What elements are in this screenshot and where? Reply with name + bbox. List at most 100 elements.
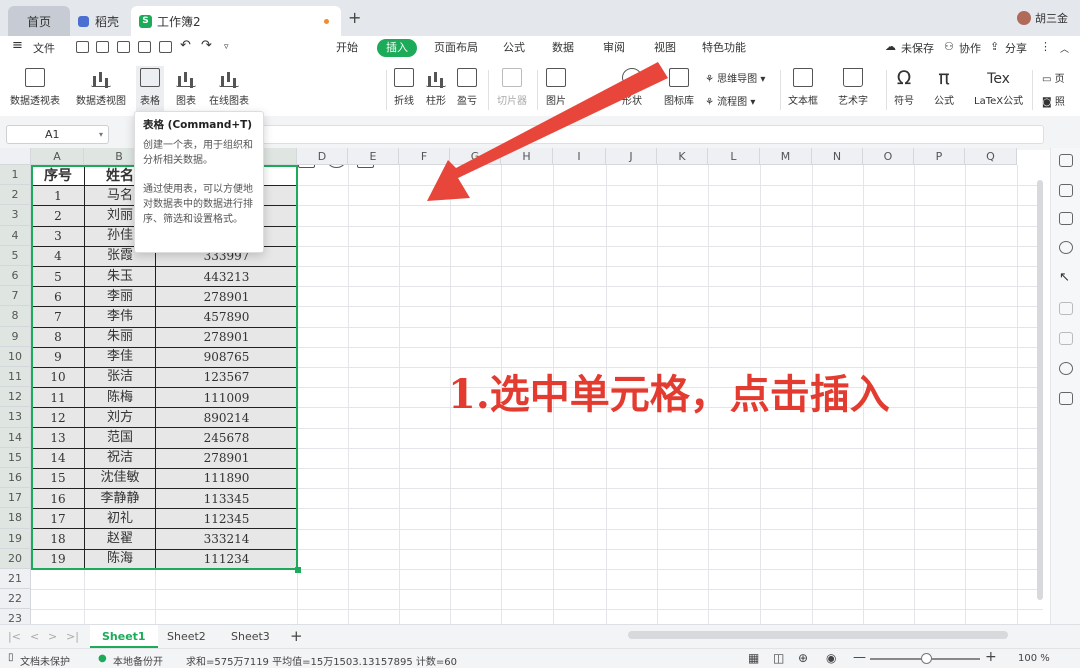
hamburger-menu-icon[interactable]: ≡: [12, 38, 23, 53]
unsaved-status[interactable]: 未保存: [901, 40, 934, 56]
tab-page-layout[interactable]: 页面布局: [425, 39, 487, 57]
tab-special-features[interactable]: 特色功能: [693, 39, 755, 57]
row-header-18[interactable]: 18: [0, 508, 31, 529]
cell-b16[interactable]: 沈佳敏: [84, 467, 156, 490]
camera-button[interactable]: ◙ 照: [1042, 93, 1065, 108]
cell-b19[interactable]: 赵翟: [84, 528, 156, 550]
cell-c12[interactable]: 111009: [155, 387, 298, 409]
prev-sheet-icon[interactable]: <: [30, 630, 39, 643]
formula-input[interactable]: [262, 125, 1044, 144]
pivot-table-button[interactable]: 数据透视表: [10, 68, 60, 107]
cell-a2[interactable]: 1: [31, 185, 85, 207]
cell-b9[interactable]: 朱丽: [84, 326, 156, 348]
cell-a18[interactable]: 17: [31, 508, 85, 530]
mindmap-button[interactable]: ⚘ 思维导图 ▾: [705, 70, 765, 85]
protection-status[interactable]: 文档未保护: [20, 653, 70, 668]
fill-handle[interactable]: [295, 567, 301, 573]
cell-a13[interactable]: 12: [31, 407, 85, 429]
app-panel-icon[interactable]: [1059, 241, 1073, 254]
header-footer-button[interactable]: ▭ 页: [1042, 70, 1065, 85]
sparkline-winloss-button[interactable]: 盈亏: [457, 68, 477, 107]
cell-c19[interactable]: 333214: [155, 528, 298, 550]
cell-b11[interactable]: 张洁: [84, 366, 156, 389]
cell-c17[interactable]: 113345: [155, 487, 298, 510]
column-header-p[interactable]: P: [914, 148, 965, 165]
cell-b7[interactable]: 李丽: [84, 286, 156, 308]
cell-a8[interactable]: 7: [31, 306, 85, 328]
vertical-scrollbar[interactable]: [1037, 180, 1043, 600]
customize-toolbar-icon[interactable]: ▿: [224, 42, 229, 52]
undo-icon[interactable]: ↶: [180, 38, 191, 53]
column-header-i[interactable]: I: [553, 148, 606, 165]
row-header-20[interactable]: 20: [0, 548, 31, 569]
cell-b20[interactable]: 陈海: [84, 548, 156, 570]
cell-a7[interactable]: 6: [31, 286, 85, 308]
column-header-h[interactable]: H: [501, 148, 553, 165]
add-sheet-button[interactable]: +: [278, 625, 315, 648]
row-header-17[interactable]: 17: [0, 488, 31, 509]
cell-c10[interactable]: 908765: [155, 346, 298, 368]
properties-panel-icon[interactable]: [1059, 184, 1073, 197]
tab-start[interactable]: 开始: [327, 39, 367, 57]
save-icon[interactable]: [96, 41, 109, 53]
crop-panel-icon[interactable]: [1059, 332, 1073, 345]
shapes-panel-icon[interactable]: [1059, 154, 1073, 167]
name-box[interactable]: A1 ▾: [6, 125, 109, 144]
cell-a12[interactable]: 11: [31, 387, 85, 409]
tab-formulas[interactable]: 公式: [494, 39, 534, 57]
cell-c11[interactable]: 123567: [155, 366, 298, 389]
cell-a3[interactable]: 2: [31, 205, 85, 227]
wordart-button[interactable]: 艺术字: [838, 68, 868, 107]
sheet-tab-sheet2[interactable]: Sheet2: [155, 625, 218, 648]
tab-home[interactable]: 首页: [8, 6, 70, 36]
row-header-16[interactable]: 16: [0, 468, 31, 489]
tab-view[interactable]: 视图: [645, 39, 685, 57]
cell-c7[interactable]: 278901: [155, 286, 298, 308]
column-header-j[interactable]: J: [606, 148, 657, 165]
cell-c15[interactable]: 278901: [155, 447, 298, 469]
cell-a9[interactable]: 8: [31, 326, 85, 348]
row-header-10[interactable]: 10: [0, 346, 31, 367]
eye-protection-icon[interactable]: ◉: [826, 651, 836, 665]
cursor-select-icon[interactable]: ↖: [1059, 271, 1073, 285]
file-menu[interactable]: 文件: [33, 40, 55, 56]
page-break-view-icon[interactable]: ⊕: [798, 651, 808, 665]
document-panel-icon[interactable]: [1059, 212, 1073, 225]
cell-c16[interactable]: 111890: [155, 467, 298, 490]
zoom-level[interactable]: 100 %: [1018, 653, 1050, 664]
column-header-a[interactable]: A: [31, 148, 84, 165]
horizontal-scrollbar[interactable]: [628, 631, 1008, 639]
tab-data[interactable]: 数据: [543, 39, 583, 57]
cell-a20[interactable]: 19: [31, 548, 85, 570]
column-header-f[interactable]: F: [399, 148, 450, 165]
row-header-19[interactable]: 19: [0, 528, 31, 549]
column-header-m[interactable]: M: [760, 148, 812, 165]
row-header-12[interactable]: 12: [0, 387, 31, 408]
row-header-11[interactable]: 11: [0, 367, 31, 388]
equation-button[interactable]: π 公式: [934, 68, 954, 107]
cell-a1[interactable]: 序号: [31, 164, 85, 187]
user-account[interactable]: 胡三金: [1017, 10, 1068, 26]
last-sheet-icon[interactable]: >|: [66, 630, 79, 643]
row-header-3[interactable]: 3: [0, 205, 31, 226]
cell-a5[interactable]: 4: [31, 245, 85, 267]
cell-a15[interactable]: 14: [31, 447, 85, 469]
shapes-button[interactable]: 形状: [622, 68, 642, 107]
open-folder-icon[interactable]: [76, 41, 89, 53]
slicer-button[interactable]: 切片器: [497, 68, 527, 107]
select-all-corner[interactable]: [0, 148, 31, 165]
column-header-l[interactable]: L: [708, 148, 760, 165]
row-header-1[interactable]: 1: [0, 165, 31, 186]
sparkline-column-button[interactable]: 柱形: [426, 68, 446, 107]
cell-a10[interactable]: 9: [31, 346, 85, 368]
pivot-chart-button[interactable]: 数据透视图: [76, 68, 126, 107]
row-header-5[interactable]: 5: [0, 245, 31, 266]
textbox-button[interactable]: 文本框: [788, 68, 818, 107]
row-header-13[interactable]: 13: [0, 407, 31, 428]
icon-library-button[interactable]: 图标库: [664, 68, 694, 107]
cell-b12[interactable]: 陈梅: [84, 387, 156, 409]
cell-c8[interactable]: 457890: [155, 306, 298, 328]
share-button[interactable]: 分享: [1005, 40, 1027, 56]
cell-c9[interactable]: 278901: [155, 326, 298, 348]
cell-a11[interactable]: 10: [31, 366, 85, 389]
